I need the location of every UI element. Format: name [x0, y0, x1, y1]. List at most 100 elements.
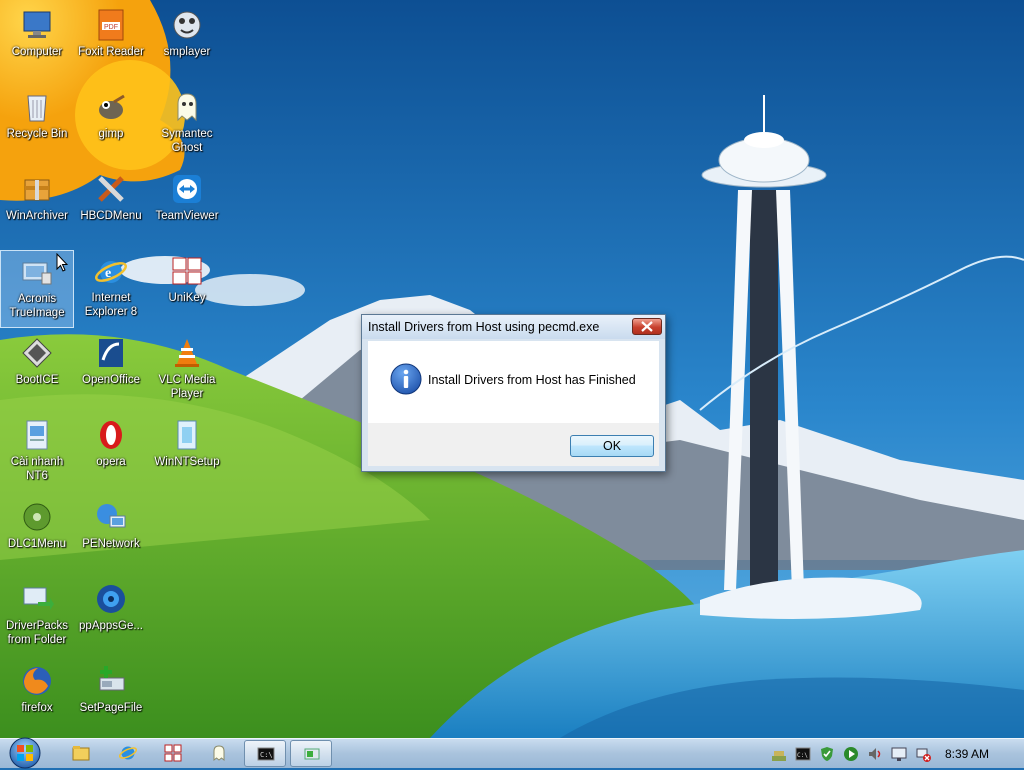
close-button[interactable] [632, 318, 662, 335]
taskbar-ie-button[interactable] [107, 740, 149, 767]
desktop-icon-driverpacks[interactable]: DriverPacks from Folder [0, 578, 74, 656]
desktop-icon-label: Cài nhanh NT6 [10, 456, 64, 482]
dlc-disc-icon [20, 500, 54, 534]
desktop-icon-cai-nhanh-nt6[interactable]: Cài nhanh NT6 [0, 414, 74, 492]
taskbar: C:\ C:\ 8:39 AM [0, 736, 1024, 770]
desktop-icon-bootice[interactable]: BootICE [0, 332, 74, 410]
winntsetup-icon [170, 418, 204, 452]
desktop-icon-dlc1menu[interactable]: DLC1Menu [0, 496, 74, 574]
computer-icon [20, 8, 54, 42]
start-button[interactable] [6, 736, 44, 770]
internet-explorer-icon: e [94, 254, 128, 288]
desktop-icon-label: ppAppsGe... [79, 620, 143, 632]
svg-text:PDF: PDF [104, 24, 118, 31]
taskbar-cmd-button[interactable]: C:\ [244, 740, 286, 767]
close-icon [641, 321, 653, 332]
pdf-icon: PDF [94, 8, 128, 42]
desktop-icon-winarchiver[interactable]: WinArchiver [0, 168, 74, 246]
ghost-icon [170, 90, 204, 124]
desktop-icon-label: Symantec Ghost [161, 128, 213, 154]
taskbar-ghost-button[interactable] [198, 740, 240, 767]
desktop-icon-label: Computer [11, 46, 63, 58]
desktop-icon-winntsetup[interactable]: WinNTSetup [150, 414, 224, 492]
desktop-icon-label: DriverPacks from Folder [6, 620, 68, 646]
play-icon[interactable] [843, 746, 859, 762]
cmd-tray-icon[interactable]: C:\ [795, 746, 811, 762]
ghost-icon [213, 745, 225, 762]
desktop-icon-label: Acronis TrueImage [9, 293, 65, 319]
desktop-icon-label: SetPageFile [79, 702, 143, 714]
desktop-icon-label: PENetwork [82, 538, 140, 550]
unikey-icon [170, 254, 204, 288]
mouse-cursor-icon [56, 253, 68, 272]
dialog-message: Install Drivers from Host has Finished [428, 373, 636, 387]
desktop-icon-teamviewer[interactable]: TeamViewer [150, 168, 224, 246]
gimp-icon [94, 90, 128, 124]
desktop-icon-computer[interactable]: Computer [0, 4, 74, 82]
desktop-icon-label: UniKey [168, 292, 206, 304]
desktop-icon-label: HBCDMenu [80, 210, 142, 222]
setpagefile-icon [94, 664, 128, 698]
desktop-icon-label: firefox [21, 702, 53, 714]
desktop-icon-recycle-bin[interactable]: Recycle Bin [0, 86, 74, 164]
monitor-icon[interactable] [891, 746, 907, 762]
desktop-icon-label: WinNTSetup [154, 456, 220, 468]
internet-explorer-icon [119, 746, 137, 760]
setpagefile-icon [304, 748, 320, 760]
ppapps-icon [94, 582, 128, 616]
network-icon[interactable] [771, 746, 787, 762]
tools-icon [94, 172, 128, 206]
desktop-icon-label: Internet Explorer 8 [84, 292, 138, 318]
installer-icon [20, 418, 54, 452]
dialog-title: Install Drivers from Host using pecmd.ex… [368, 320, 600, 334]
dialog-body: Install Drivers from Host has Finished [368, 341, 659, 423]
desktop-icon-firefox[interactable]: firefox [0, 660, 74, 738]
desktop-icon-label: gimp [98, 128, 124, 140]
desktop-icon-hbcdmenu[interactable]: HBCDMenu [74, 168, 148, 246]
desktop-icon-internet-explorer[interactable]: e Internet Explorer 8 [74, 250, 148, 328]
svg-text:e: e [105, 266, 111, 281]
opera-icon [94, 418, 128, 452]
teamviewer-icon [170, 172, 204, 206]
openoffice-icon [94, 336, 128, 370]
desktop-icon-opera[interactable]: opera [74, 414, 148, 492]
desktop-icon-label: TeamViewer [155, 210, 219, 222]
desktop-icon-foxit-reader[interactable]: PDF Foxit Reader [74, 4, 148, 82]
network-error-icon[interactable] [915, 746, 931, 762]
message-dialog: Install Drivers from Host using pecmd.ex… [361, 314, 666, 472]
cmd-icon: C:\ [257, 747, 275, 761]
desktop-icon-smplayer[interactable]: smplayer [150, 4, 224, 82]
dialog-footer: OK [368, 423, 659, 466]
vlc-cone-icon [170, 336, 204, 370]
desktop-icon-penetwork[interactable]: PENetwork [74, 496, 148, 574]
desktop-icon-label: VLC Media Player [158, 374, 216, 400]
ok-button[interactable]: OK [570, 435, 654, 457]
desktop-icon-label: Foxit Reader [78, 46, 144, 58]
desktop-icon-symantec-ghost[interactable]: Symantec Ghost [150, 86, 224, 164]
taskbar-explorer-button[interactable] [60, 740, 102, 767]
taskbar-unikey-button[interactable] [152, 740, 194, 767]
desktop-icon-gimp[interactable]: gimp [74, 86, 148, 164]
desktop-icon-ppappsge[interactable]: ppAppsGe... [74, 578, 148, 656]
smplayer-icon [170, 8, 204, 42]
desktop-icon-label: BootICE [15, 374, 59, 386]
dialog-titlebar[interactable]: Install Drivers from Host using pecmd.ex… [362, 315, 665, 339]
taskbar-clock[interactable]: 8:39 AM [945, 747, 989, 761]
shield-check-icon[interactable] [819, 746, 835, 762]
network-globe-icon [94, 500, 128, 534]
desktop-icon-label: WinArchiver [6, 210, 68, 222]
desktop-icon-unikey[interactable]: UniKey [150, 250, 224, 328]
explorer-icon [72, 746, 90, 761]
desktop-icon-setpagefile[interactable]: SetPageFile [74, 660, 148, 738]
desktop-icon-openoffice[interactable]: OpenOffice [74, 332, 148, 410]
recycle-bin-icon [20, 90, 54, 124]
taskbar-setpagefile-button[interactable] [290, 740, 332, 767]
desktop-icon-label: opera [96, 456, 126, 468]
volume-icon[interactable] [867, 746, 883, 762]
bootice-icon [20, 336, 54, 370]
desktop-icon-label: smplayer [163, 46, 211, 58]
desktop-icon-label: DLC1Menu [7, 538, 67, 550]
desktop-icon-label: OpenOffice [82, 374, 140, 386]
unikey-icon [164, 744, 182, 762]
desktop-icon-vlc[interactable]: VLC Media Player [150, 332, 224, 410]
